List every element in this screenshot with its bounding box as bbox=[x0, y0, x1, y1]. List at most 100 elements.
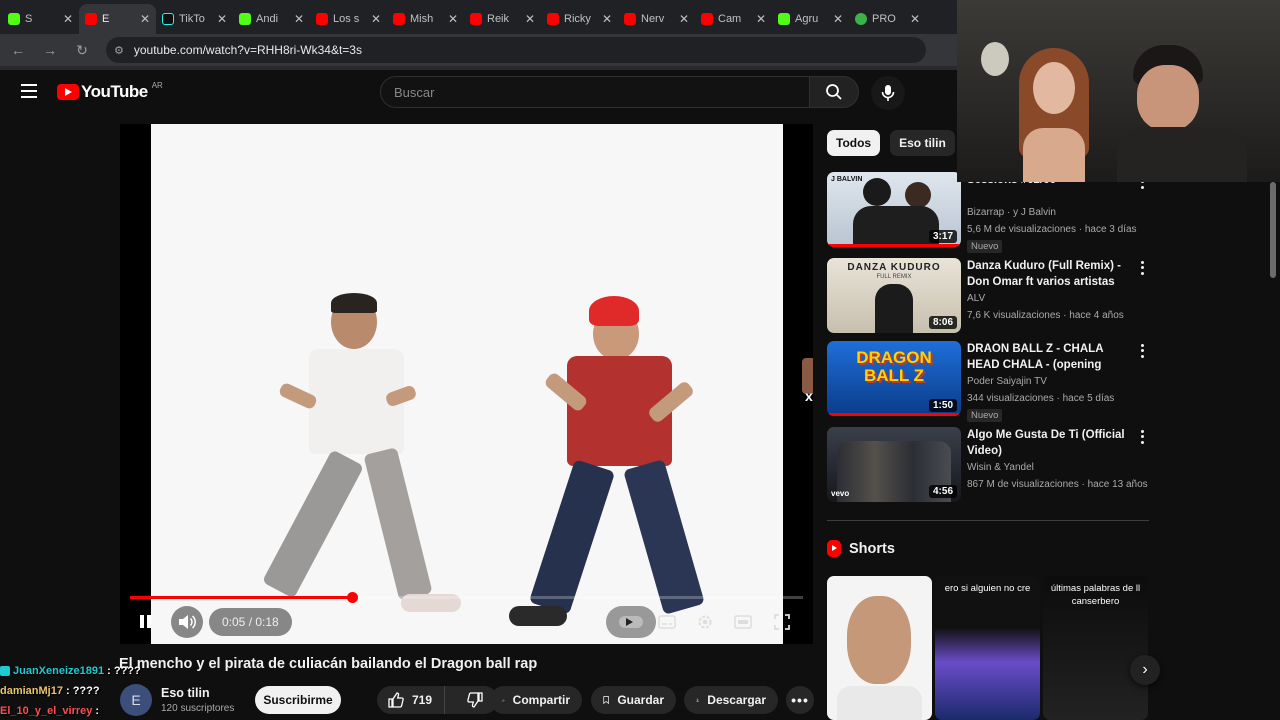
download-button[interactable]: Descargar bbox=[684, 686, 778, 714]
progress-scrubber[interactable] bbox=[347, 592, 359, 603]
close-tab-icon[interactable]: ✕ bbox=[294, 12, 304, 26]
page-scrollbar[interactable] bbox=[1270, 182, 1276, 278]
recommended-channel-name[interactable]: Bizarrap · y J Balvin bbox=[967, 207, 1056, 218]
video-player[interactable]: x19 bbox=[120, 124, 813, 644]
autoplay-toggle[interactable] bbox=[606, 606, 656, 638]
fullscreen-button[interactable] bbox=[771, 612, 793, 632]
close-tab-icon[interactable]: ✕ bbox=[756, 12, 766, 26]
share-icon bbox=[502, 698, 505, 702]
browser-tab[interactable]: Nerv ✕ bbox=[618, 4, 695, 34]
close-tab-icon[interactable]: ✕ bbox=[602, 12, 612, 26]
close-tab-icon[interactable]: ✕ bbox=[371, 12, 381, 26]
browser-tab[interactable]: Agru ✕ bbox=[772, 4, 849, 34]
video-thumbnail[interactable]: DANZA KUDURO FULL REMIX 8:06 bbox=[827, 258, 961, 333]
browser-tab[interactable]: Cam ✕ bbox=[695, 4, 772, 34]
filter-chip[interactable]: Todos bbox=[827, 130, 881, 156]
recommended-video-meta: 7,6 K visualizaciones · hace 4 años bbox=[967, 310, 1124, 321]
recommended-channel-name[interactable]: Wisin & Yandel bbox=[967, 462, 1034, 473]
browser-tab-label: Nerv bbox=[641, 13, 665, 25]
back-icon[interactable]: ← bbox=[10, 42, 26, 58]
more-actions-button[interactable]: ••• bbox=[786, 686, 814, 714]
video-thumbnail[interactable]: vevo 4:56 bbox=[827, 427, 961, 502]
like-button[interactable]: 719 bbox=[377, 686, 445, 714]
close-tab-icon[interactable]: ✕ bbox=[63, 12, 73, 26]
browser-tab[interactable]: PRO ✕ bbox=[849, 4, 926, 34]
video-duration: 3:17 bbox=[928, 230, 957, 243]
video-thumbnail[interactable]: J BALVIN 3:17 bbox=[827, 172, 961, 247]
short-thumbnail[interactable]: últimas palabras de ll canserbero bbox=[1043, 576, 1148, 720]
browser-tab-label: Los s bbox=[333, 13, 360, 25]
thumb-person bbox=[875, 284, 913, 333]
video-thumbnail[interactable]: DRAGON BALL Z 1:50 bbox=[827, 341, 961, 416]
share-button[interactable]: Compartir bbox=[490, 686, 582, 714]
recommended-video[interactable]: DANZA KUDURO FULL REMIX 8:06 Danza Kuduro (… bbox=[827, 258, 1152, 336]
browser-tab[interactable]: E ✕ bbox=[79, 4, 156, 34]
close-tab-icon[interactable]: ✕ bbox=[140, 12, 150, 26]
youtube-logo[interactable]: YouTube AR bbox=[57, 81, 163, 102]
search-icon bbox=[826, 84, 842, 100]
pause-button[interactable] bbox=[135, 609, 155, 633]
green-favicon-icon bbox=[855, 13, 867, 25]
short-thumbnail[interactable]: ero si alguien no cre bbox=[935, 576, 1040, 720]
shorts-header: Shorts bbox=[827, 540, 895, 557]
short-thumbnail[interactable] bbox=[827, 576, 932, 720]
recommended-video[interactable]: DRAGON BALL Z 1:50 DRAON BALL Z - CHALA HE… bbox=[827, 341, 1152, 422]
recommended-channel-name[interactable]: ALV bbox=[967, 293, 985, 304]
browser-tab[interactable]: Mish ✕ bbox=[387, 4, 464, 34]
reload-icon[interactable]: ↻ bbox=[74, 42, 90, 59]
browser-tab[interactable]: S ✕ bbox=[2, 4, 79, 34]
youtube-favicon-icon bbox=[316, 13, 328, 25]
miniplayer-button[interactable] bbox=[732, 612, 754, 632]
close-tab-icon[interactable]: ✕ bbox=[910, 12, 920, 26]
like-dislike-group: 719 bbox=[377, 686, 498, 714]
webcam-person-left bbox=[1009, 48, 1099, 182]
progress-played bbox=[130, 596, 353, 599]
thumbs-up-icon bbox=[388, 692, 404, 708]
search-button[interactable] bbox=[809, 76, 859, 108]
shorts-next-button[interactable]: › bbox=[1130, 655, 1160, 685]
browser-tab[interactable]: Los s ✕ bbox=[310, 4, 387, 34]
recommended-video[interactable]: J BALVIN3:17Sessions #62/66Bizarrap · y … bbox=[827, 172, 1152, 253]
more-vertical-icon[interactable] bbox=[1137, 429, 1147, 445]
browser-tab[interactable]: Andi ✕ bbox=[233, 4, 310, 34]
more-vertical-icon[interactable] bbox=[1137, 260, 1147, 276]
forward-icon[interactable]: → bbox=[42, 42, 58, 58]
close-tab-icon[interactable]: ✕ bbox=[679, 12, 689, 26]
recommended-video-title[interactable]: DRAON BALL Z - CHALA HEAD CHALA - (openi… bbox=[967, 341, 1127, 373]
browser-tab-label: Agru bbox=[795, 13, 819, 25]
browser-tab[interactable]: TikTo ✕ bbox=[156, 4, 233, 34]
new-badge: Nuevo bbox=[967, 409, 1003, 422]
address-bar[interactable]: ⚙ youtube.com/watch?v=RHH8ri-Wk34&t=3s bbox=[106, 37, 926, 63]
subtitles-button[interactable] bbox=[656, 612, 678, 632]
close-tab-icon[interactable]: ✕ bbox=[525, 12, 535, 26]
progress-bar[interactable] bbox=[130, 592, 803, 603]
save-button[interactable]: Guardar bbox=[591, 686, 676, 714]
browser-tab[interactable]: Ricky ✕ bbox=[541, 4, 618, 34]
download-label: Descargar bbox=[707, 693, 766, 707]
subscribe-button[interactable]: Suscribirme bbox=[255, 686, 341, 714]
chat-text: : ???? bbox=[107, 665, 141, 677]
menu-icon[interactable] bbox=[21, 84, 37, 98]
settings-button[interactable] bbox=[694, 612, 716, 632]
recommended-channel-name[interactable]: Poder Saiyajin TV bbox=[967, 376, 1047, 387]
search-input[interactable] bbox=[394, 84, 809, 100]
close-tab-icon[interactable]: ✕ bbox=[448, 12, 458, 26]
youtube-favicon-icon bbox=[701, 13, 713, 25]
close-tab-icon[interactable]: ✕ bbox=[217, 12, 227, 26]
browser-tab-label: E bbox=[102, 13, 110, 25]
recommended-video-title[interactable]: Danza Kuduro (Full Remix) - Don Omar ft … bbox=[967, 258, 1127, 290]
recommended-video-title[interactable]: Algo Me Gusta De Ti (Official Video) bbox=[967, 427, 1127, 459]
youtube-favicon-icon bbox=[547, 13, 559, 25]
thumb-body bbox=[853, 206, 939, 247]
site-info-icon[interactable]: ⚙ bbox=[114, 44, 124, 57]
more-vertical-icon[interactable] bbox=[1137, 343, 1147, 359]
shorts-divider bbox=[827, 520, 1149, 521]
volume-button[interactable] bbox=[171, 606, 203, 638]
channel-name[interactable]: Eso tilin bbox=[161, 686, 210, 700]
browser-tab[interactable]: Reik ✕ bbox=[464, 4, 541, 34]
filter-chip[interactable]: Eso tilin bbox=[890, 130, 955, 156]
webcam-person-right bbox=[1117, 45, 1247, 182]
recommended-video[interactable]: vevo 4:56 Algo Me Gusta De Ti (Official Vi… bbox=[827, 427, 1152, 505]
close-tab-icon[interactable]: ✕ bbox=[833, 12, 843, 26]
voice-search-button[interactable] bbox=[871, 76, 905, 110]
